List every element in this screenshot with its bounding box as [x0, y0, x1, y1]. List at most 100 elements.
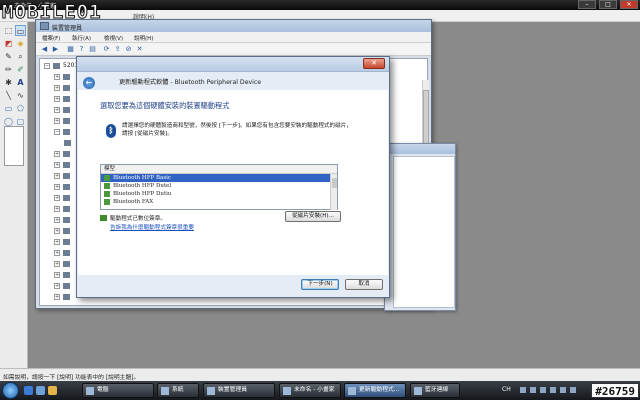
tree-root[interactable]: − 5201 — [44, 61, 78, 70]
back-arrow-icon[interactable]: ← — [83, 77, 95, 89]
taskbar-item[interactable]: 藍牙連線 — [410, 383, 460, 398]
tree-node[interactable]: + — [54, 193, 70, 202]
forward-icon[interactable]: ▶ — [51, 45, 60, 54]
expand-icon[interactable]: + — [54, 293, 60, 300]
menu-action[interactable]: 執行(A) — [72, 34, 91, 42]
expand-icon[interactable]: + — [54, 194, 60, 201]
tree-node[interactable]: + — [54, 215, 70, 224]
ie-icon[interactable] — [24, 386, 33, 395]
pencil-icon[interactable]: ✏ — [3, 64, 14, 75]
rectangle-icon[interactable]: ▭ — [3, 103, 14, 114]
tray-icon[interactable] — [530, 387, 536, 393]
next-button[interactable]: 下一步(N) — [301, 279, 339, 290]
tree-node[interactable]: + — [54, 72, 70, 81]
back-icon[interactable]: ◀ — [40, 45, 49, 54]
update-driver-icon[interactable]: ⇪ — [113, 45, 122, 54]
expand-icon[interactable]: + — [54, 227, 60, 234]
taskbar-item[interactable]: 電腦 — [82, 383, 154, 398]
expand-icon[interactable]: + — [54, 205, 60, 212]
fill-icon[interactable]: ◈ — [15, 38, 26, 49]
tray-icon[interactable] — [520, 387, 526, 393]
expand-icon[interactable]: + — [54, 249, 60, 256]
cancel-button[interactable]: 取消 — [345, 279, 383, 290]
tree-node[interactable]: + — [54, 270, 70, 279]
model-list-item[interactable]: Bluetooth HFP Dutel — [101, 182, 337, 190]
scrollbar-thumb[interactable] — [332, 178, 337, 188]
menu-help[interactable]: 說明(H) — [134, 34, 153, 42]
tray-icon[interactable] — [540, 387, 546, 393]
tree-node[interactable]: + — [54, 149, 70, 158]
taskbar-item[interactable]: 裝置管理員 — [203, 383, 275, 398]
expand-icon[interactable]: + — [54, 150, 60, 157]
tree-node[interactable]: − — [54, 127, 70, 136]
menu-file[interactable]: 檔案(F) — [42, 34, 60, 42]
have-disk-button[interactable]: 從磁片安裝(H)... — [285, 211, 341, 222]
model-list-item[interactable]: Bluetooth HFP Dutiu — [101, 190, 337, 198]
expand-icon[interactable]: + — [54, 271, 60, 278]
minimize-button[interactable]: – — [578, 0, 596, 9]
scan-hardware-icon[interactable]: ⟳ — [102, 45, 111, 54]
maximize-button[interactable]: □ — [599, 0, 617, 9]
close-button[interactable]: ✕ — [620, 0, 638, 9]
taskbar-item[interactable]: 未命名 - 小畫家 — [279, 383, 341, 398]
language-indicator[interactable]: CH — [502, 386, 511, 393]
expand-icon[interactable]: + — [54, 183, 60, 190]
model-list-item[interactable]: Bluetooth FAX — [101, 198, 337, 206]
help-icon[interactable]: ? — [77, 45, 86, 54]
expand-icon[interactable]: + — [54, 95, 60, 102]
expand-icon[interactable]: + — [54, 238, 60, 245]
tool-options[interactable] — [4, 126, 24, 166]
expand-icon[interactable]: + — [54, 260, 60, 267]
select-icon[interactable]: ▭ — [15, 25, 26, 36]
expand-icon[interactable]: + — [54, 84, 60, 91]
close-icon[interactable]: ✕ — [363, 58, 385, 69]
tray-icon[interactable] — [570, 387, 576, 393]
tree-node[interactable]: + — [54, 204, 70, 213]
tree-node[interactable]: + — [54, 116, 70, 125]
tree-node[interactable]: + — [54, 237, 70, 246]
expand-icon[interactable]: + — [54, 216, 60, 223]
properties-icon[interactable]: ▦ — [66, 45, 75, 54]
eyedropper-icon[interactable]: ✎ — [3, 51, 14, 62]
tree-node[interactable]: + — [54, 171, 70, 180]
tree-node[interactable]: + — [54, 105, 70, 114]
disable-icon[interactable]: ⊘ — [124, 45, 133, 54]
expand-icon[interactable]: + — [54, 172, 60, 179]
tree-node[interactable] — [64, 138, 71, 147]
collapse-icon[interactable]: − — [54, 128, 60, 135]
tree-node[interactable]: + — [54, 94, 70, 103]
expand-icon[interactable]: + — [54, 282, 60, 289]
taskbar-item[interactable]: 系統 — [157, 383, 199, 398]
tree-node[interactable]: + — [54, 160, 70, 169]
signed-info-link[interactable]: 告訴我為什麼驅動程式簽章很重要 — [110, 223, 194, 231]
tree-node[interactable]: + — [54, 259, 70, 268]
menu-view[interactable]: 檢視(V) — [104, 34, 123, 42]
free-select-icon[interactable]: ⬚ — [3, 25, 14, 36]
tree-node[interactable]: + — [54, 281, 70, 290]
expand-icon[interactable]: + — [54, 161, 60, 168]
eraser-icon[interactable]: ◩ — [3, 38, 14, 49]
tray-icon[interactable] — [550, 387, 556, 393]
view-icon[interactable]: ▤ — [88, 45, 97, 54]
airbrush-icon[interactable]: ✱ — [3, 77, 14, 88]
line-icon[interactable]: ╲ — [3, 90, 14, 101]
brush-icon[interactable]: ✐ — [15, 64, 26, 75]
tree-node[interactable]: + — [54, 226, 70, 235]
polygon-icon[interactable]: ⬠ — [15, 103, 26, 114]
tree-node[interactable]: + — [54, 292, 70, 301]
curve-icon[interactable]: ∿ — [15, 90, 26, 101]
expand-icon[interactable]: + — [54, 73, 60, 80]
taskbar-item-active[interactable]: 更新驅動程式... — [344, 383, 406, 398]
show-desktop-icon[interactable] — [36, 386, 45, 395]
switch-windows-icon[interactable] — [48, 386, 57, 395]
tray-icon[interactable] — [560, 387, 566, 393]
uninstall-icon[interactable]: ✕ — [135, 45, 144, 54]
model-list-item[interactable]: Bluetooth HFP Basic — [101, 174, 337, 182]
collapse-icon[interactable]: − — [44, 62, 50, 69]
tree-node[interactable]: + — [54, 248, 70, 257]
start-button[interactable] — [2, 382, 19, 399]
tree-node[interactable]: + — [54, 182, 70, 191]
expand-icon[interactable]: + — [54, 117, 60, 124]
tree-node[interactable]: + — [54, 83, 70, 92]
text-icon[interactable]: A — [15, 77, 26, 88]
